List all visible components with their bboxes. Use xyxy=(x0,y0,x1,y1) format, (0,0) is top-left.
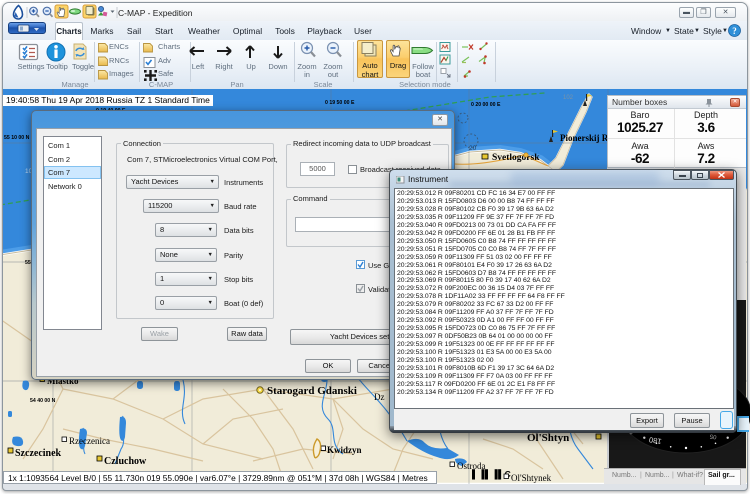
svg-text:Starogard Gdanski: Starogard Gdanski xyxy=(267,385,357,397)
svg-text:Dz: Dz xyxy=(374,392,385,402)
svg-text:?: ? xyxy=(732,26,737,36)
svg-text:Czluchow: Czluchow xyxy=(104,456,147,467)
svg-text:Ol'Shtyn: Ol'Shtyn xyxy=(527,432,569,444)
svg-text:Svetlogorsk: Svetlogorsk xyxy=(492,153,540,163)
svg-text:0 20 00 00 E: 0 20 00 00 E xyxy=(471,102,501,108)
svg-text:Kwidzyn: Kwidzyn xyxy=(327,445,362,455)
svg-text:55 10 00 N: 55 10 00 N xyxy=(4,135,30,141)
svg-text:54 40 00 N: 54 40 00 N xyxy=(30,398,56,404)
svg-text:102: 102 xyxy=(563,95,574,101)
svg-text:20: 20 xyxy=(469,145,477,152)
svg-text:Ol'Shtynek: Ol'Shtynek xyxy=(511,473,552,483)
svg-text:Rzeczenica: Rzeczenica xyxy=(69,436,110,446)
svg-text:Pionerskij R: Pionerskij R xyxy=(560,133,609,143)
svg-text:0 19 50 00 E: 0 19 50 00 E xyxy=(325,100,355,106)
svg-text:Szczecinek: Szczecinek xyxy=(15,448,62,459)
